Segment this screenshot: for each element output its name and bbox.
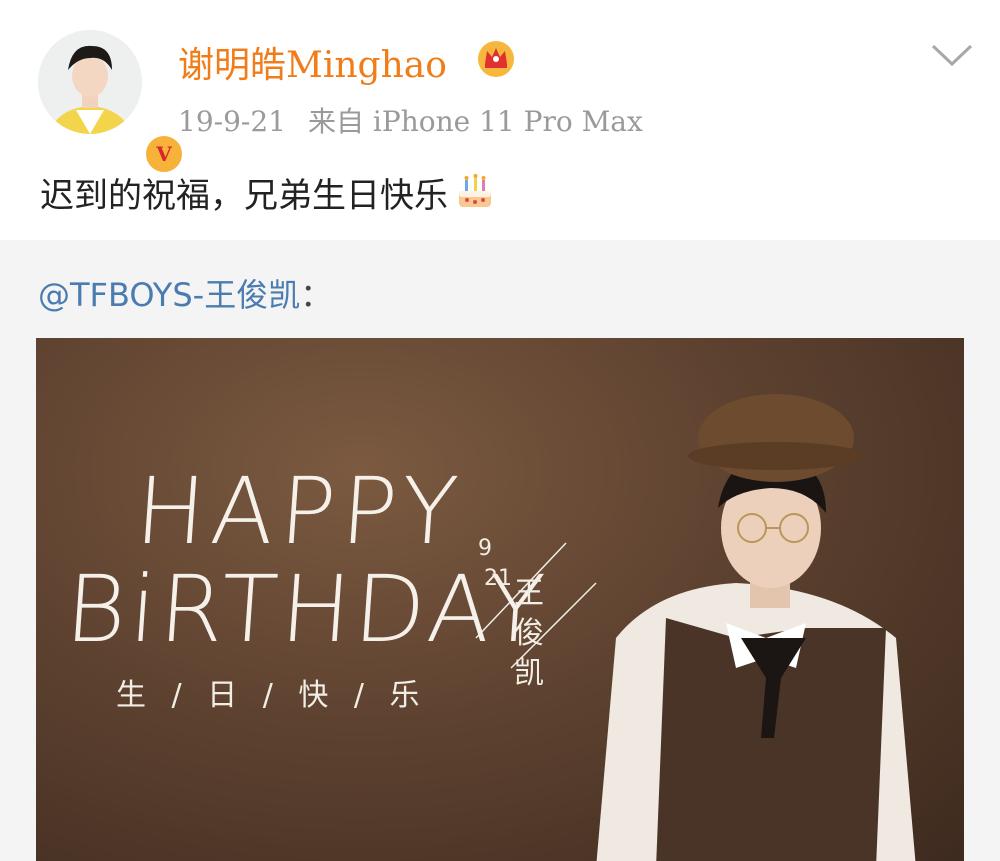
banner-happy: HAPPY [132, 458, 467, 565]
post-source: 来自 iPhone 11 Pro Max [308, 105, 643, 138]
crown-icon [478, 41, 514, 77]
post-date: 19-9-21 [178, 105, 286, 138]
username[interactable]: 谢明皓Minghao [178, 36, 447, 88]
repost-author-line: @TFBOYS-王俊凯： [38, 270, 332, 316]
post-text: 迟到的祝福，兄弟生日快乐 [40, 168, 496, 217]
banner-date-day: 21 [484, 566, 512, 591]
post-meta: 19-9-21 来自 iPhone 11 Pro Max [178, 100, 643, 140]
repost-container[interactable]: @TFBOYS-王俊凯： HAPPY BiRTHDAY 生 / 日 / 快 / … [0, 240, 1000, 861]
repost-image[interactable]: HAPPY BiRTHDAY 生 / 日 / 快 / 乐 9 21 王俊凯 [36, 338, 964, 861]
banner-birthday: BiRTHDAY [62, 556, 552, 663]
verified-badge-letter: V [156, 142, 172, 166]
avatar[interactable] [38, 30, 142, 134]
banner-date-month: 9 [478, 536, 492, 561]
cake-icon [459, 174, 491, 207]
post-header: V 谢明皓Minghao 19-9-21 来自 iPhone 11 Pro Max… [0, 0, 1000, 240]
banner-subtitle: 生 / 日 / 快 / 乐 [116, 678, 428, 713]
banner-name: 王俊凯 [514, 576, 544, 691]
avatar-container[interactable]: V [38, 30, 186, 176]
post-text-content: 迟到的祝福，兄弟生日快乐 [40, 176, 448, 216]
repost-author-link[interactable]: @TFBOYS-王俊凯 [38, 276, 300, 314]
repost-colon: ： [300, 276, 333, 314]
chevron-down-icon[interactable] [930, 42, 974, 68]
